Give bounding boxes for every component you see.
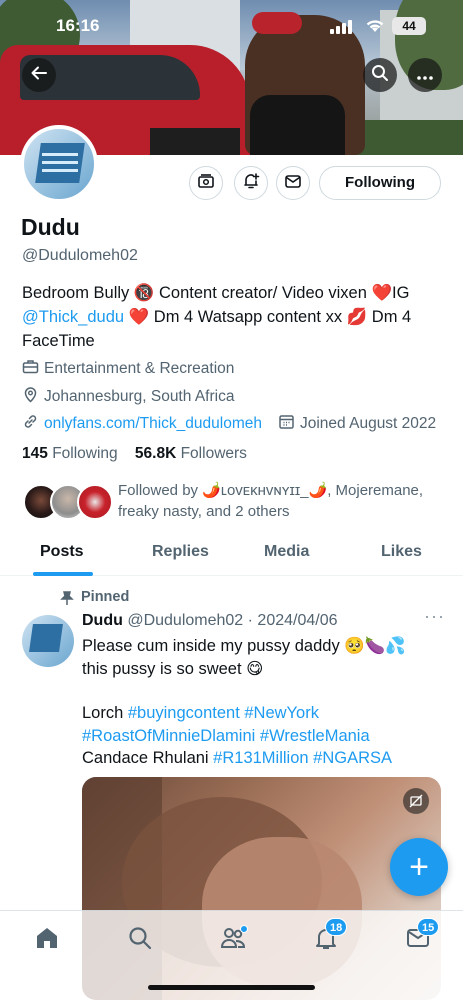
post-line: Candace Rhulani [82,749,214,767]
followed-by-text[interactable]: Followed by 🌶️ʟᴏᴠᴇᴋʜᴠɴʏɪɪ_🌶️, Mojeremane… [118,480,448,522]
status-bar: 16:16 44 [0,14,463,40]
search-icon [127,925,153,956]
location-pin-icon [22,386,44,408]
nav-communities[interactable] [218,925,248,955]
hashtag-links[interactable]: #R131Million #NGARSA [213,749,392,767]
post-text: Please cum inside my pussy daddy 🥺🍆💦 thi… [82,635,442,770]
bell-plus-icon [242,172,260,195]
subscribe-button[interactable] [189,166,223,200]
subscriptions-icon [197,172,215,195]
compose-button[interactable]: + [390,838,448,896]
calendar-icon [278,413,300,435]
home-indicator[interactable] [148,985,315,990]
user-handle: @Dudulomeh02 [22,247,138,264]
more-options-button[interactable] [408,58,442,92]
banner-person-top [250,95,345,155]
display-name: Dudu [21,214,80,240]
post-header: Dudu @Dudulomeh02 · 2024/04/06 [82,612,338,630]
bio-text: Bedroom Bully 🔞 Content creator/ Video v… [22,284,410,302]
post-meta: @Dudulomeh02 · 2024/04/06 [127,612,338,629]
tab-media[interactable]: Media [264,543,309,561]
profile-website: onlyfans.com/Thick_dudulomeh Joined Augu… [22,413,436,435]
followers-count: 56.8K [134,445,177,462]
more-horizontal-icon [416,65,434,86]
following-count-link[interactable]: 145 Following [22,445,118,462]
post-line: Lorch [82,704,128,722]
follow-counts: 145 Following 56.8K Followers [22,445,247,463]
banner-car-grille [150,128,240,155]
hashtag-links[interactable]: #RoastOfMinnieDlamini #WrestleMania [82,725,442,748]
website-link[interactable]: onlyfans.com/Thick_dudulomeh [44,415,262,433]
following-button[interactable]: Following [319,166,441,200]
post-line: Please cum inside my pussy daddy 🥺🍆💦 [82,637,406,655]
location-text: Johannesburg, South Africa [44,388,235,405]
avatar-sign [29,624,63,652]
post-author-avatar[interactable] [22,615,74,667]
battery-icon: 44 [392,17,426,35]
briefcase-icon [22,358,44,380]
followers-label: Followers [180,445,247,462]
link-icon [22,413,44,435]
post-spacer [82,680,442,702]
category-text: Entertainment & Recreation [44,360,235,377]
pin-icon [60,591,74,611]
joined-text: Joined August 2022 [299,415,437,432]
sensitive-media-icon[interactable] [403,788,429,814]
post-more-button[interactable]: ··· [424,606,445,627]
active-tab-indicator [33,572,93,576]
follower-avatar[interactable] [77,484,113,520]
pinned-label: Pinned [81,589,130,605]
status-time: 16:16 [56,16,100,35]
post-line: this pussy is so sweet 😋 [82,659,264,678]
search-icon [371,64,389,87]
followers-count-link[interactable]: 56.8K Followers [135,445,247,462]
message-button[interactable] [276,166,310,200]
profile-avatar[interactable] [20,125,98,203]
post-author-name[interactable]: Dudu [82,612,123,629]
home-icon [34,925,60,956]
back-button[interactable] [22,58,56,92]
unread-dot [240,925,248,933]
profile-tabs: Posts Replies Media Likes [0,530,463,576]
notifications-badge: 18 [325,918,348,936]
avatar-sign-text [42,153,78,156]
wifi-icon [364,16,386,39]
messages-badge: 15 [417,918,440,936]
envelope-icon [284,172,302,195]
profile-category: Entertainment & Recreation [22,358,234,380]
following-count: 145 [22,445,48,462]
profile-location: Johannesburg, South Africa [22,386,234,408]
nav-notifications[interactable]: 18 [311,918,348,955]
hashtag-links[interactable]: #buyingcontent #NewYork [128,704,319,722]
tab-replies[interactable]: Replies [152,543,209,561]
nav-messages[interactable]: 15 [403,918,440,955]
following-label: Following [52,445,118,462]
nav-home[interactable] [32,925,62,955]
nav-search[interactable] [125,925,155,955]
avatar-sign-text [42,169,78,172]
tab-likes[interactable]: Likes [381,543,422,561]
cellular-signal-icon [330,18,352,34]
profile-bio: Bedroom Bully 🔞 Content creator/ Video v… [22,281,442,353]
avatar-sign-text [42,161,78,164]
tab-posts[interactable]: Posts [40,543,84,561]
bio-mention-link[interactable]: @Thick_dudu [22,308,124,326]
arrow-left-icon [30,64,48,87]
search-button[interactable] [363,58,397,92]
notify-button[interactable] [234,166,268,200]
